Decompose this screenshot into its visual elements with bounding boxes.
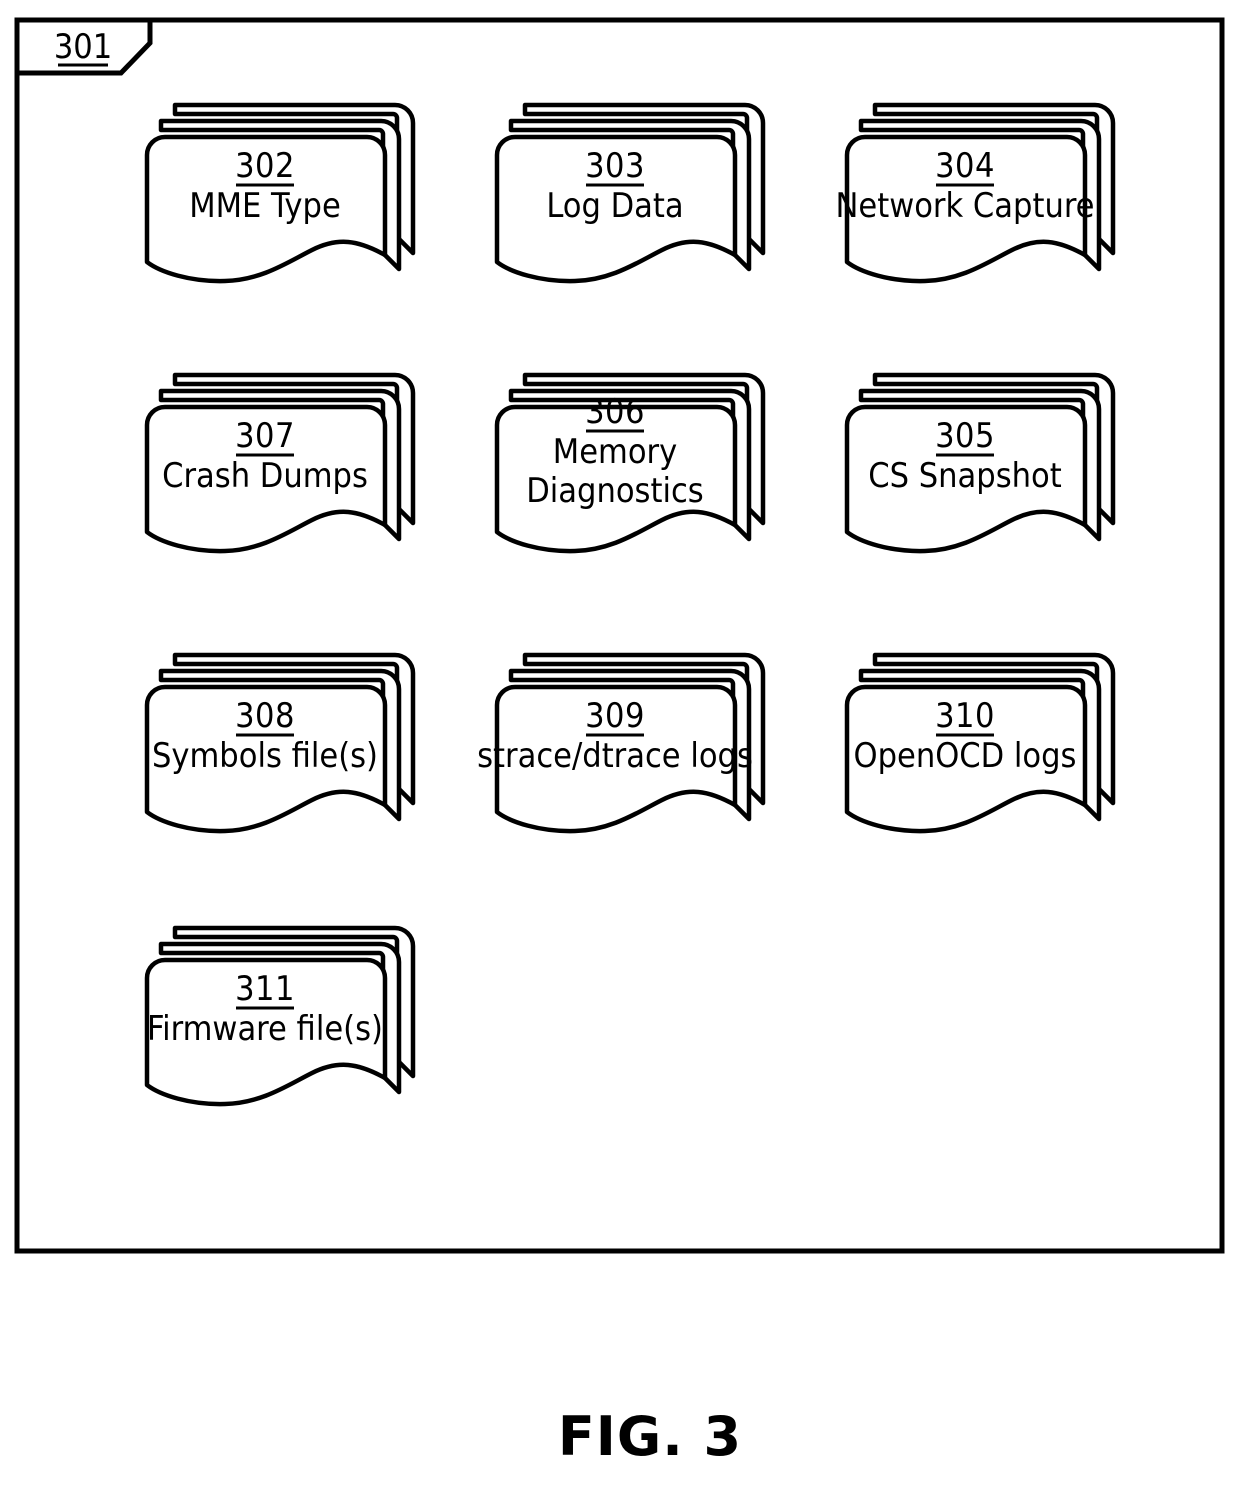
document-stack-302[interactable]: 302 MME Type xyxy=(144,102,416,284)
doc-reference-number: 311 xyxy=(235,969,295,1009)
doc-reference-number: 308 xyxy=(235,696,295,736)
doc-reference-number: 304 xyxy=(935,146,995,186)
document-stack-304[interactable]: 304 Network Capture xyxy=(836,102,1116,284)
document-stack-305[interactable]: 305 CS Snapshot xyxy=(844,372,1116,554)
doc-label-line1: OpenOCD logs xyxy=(854,736,1077,776)
document-stack-308[interactable]: 308 Symbols file(s) xyxy=(144,652,416,834)
doc-label-line1: Symbols file(s) xyxy=(152,736,378,776)
document-stack-307[interactable]: 307 Crash Dumps xyxy=(144,372,416,554)
document-stack-309[interactable]: 309 strace/dtrace logs xyxy=(477,652,766,834)
doc-label-line1: CS Snapshot xyxy=(868,456,1062,496)
doc-label-line1: Network Capture xyxy=(836,186,1095,226)
doc-label-line1: Firmware file(s) xyxy=(147,1009,383,1049)
doc-reference-number: 305 xyxy=(935,416,995,456)
doc-label-line2: Diagnostics xyxy=(526,471,704,511)
doc-label-line1: Log Data xyxy=(546,186,683,226)
figure-canvas: 301 302 MME Type 303 Log Data 304 Networ… xyxy=(14,17,1225,1468)
document-stack-310[interactable]: 310 OpenOCD logs xyxy=(844,652,1116,834)
frame-reference-number: 301 xyxy=(54,27,112,67)
doc-reference-number: 302 xyxy=(235,146,295,186)
document-stack-311[interactable]: 311 Firmware file(s) xyxy=(144,925,416,1107)
figure-root: 301 302 MME Type 303 Log Data 304 Networ… xyxy=(0,0,1240,1487)
figure-caption: FIG. 3 xyxy=(558,1405,742,1468)
document-stack-303[interactable]: 303 Log Data xyxy=(494,102,766,284)
doc-reference-number: 303 xyxy=(585,146,645,186)
doc-reference-number: 309 xyxy=(585,696,645,736)
doc-label-line1: Memory xyxy=(553,432,677,472)
doc-label-line1: MME Type xyxy=(189,186,341,226)
document-stack-306[interactable]: 306 Memory Diagnostics xyxy=(494,372,766,554)
doc-reference-number: 307 xyxy=(235,416,295,456)
doc-label-line1: Crash Dumps xyxy=(162,456,368,496)
doc-label-line1: strace/dtrace logs xyxy=(477,736,753,776)
doc-reference-number: 310 xyxy=(935,696,995,736)
doc-reference-number: 306 xyxy=(585,392,645,432)
